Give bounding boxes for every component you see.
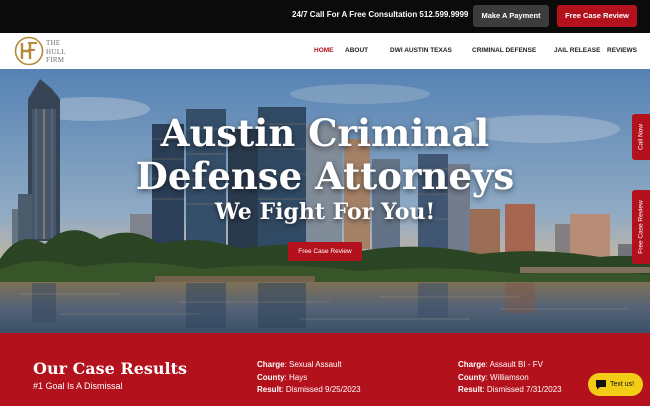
logo-text: THE HULL FIRM bbox=[46, 39, 66, 65]
result-label: Result bbox=[458, 385, 483, 394]
charge-value: Assault BI - FV bbox=[489, 360, 543, 369]
case-result-row: Result: Dismissed 9/25/2023 bbox=[257, 385, 361, 394]
logo-mark-icon bbox=[14, 36, 44, 66]
free-case-review-button[interactable]: Free Case Review bbox=[557, 5, 637, 27]
main-navbar: THE HULL FIRM HOME ABOUT DWI AUSTIN TEXA… bbox=[0, 33, 650, 69]
logo-line-3: FIRM bbox=[46, 56, 65, 64]
hero-free-case-review-button[interactable]: Free Case Review bbox=[288, 242, 362, 261]
logo-line-2: HULL bbox=[46, 47, 66, 56]
chat-icon bbox=[596, 380, 606, 390]
hero-title-line-1: Austin Criminal bbox=[160, 111, 490, 155]
charge-label: Charge bbox=[257, 360, 285, 369]
case-result-item: Charge: Assault BI - FV County: Williams… bbox=[458, 359, 562, 397]
charge-value: Sexual Assault bbox=[289, 360, 342, 369]
nav-home[interactable]: HOME bbox=[314, 47, 334, 54]
text-us-label: Text us! bbox=[610, 381, 635, 388]
nav-criminal-defense[interactable]: CRIMINAL DEFENSE bbox=[472, 47, 536, 54]
phone-cta-text[interactable]: 24/7 Call For A Free Consultation 512.59… bbox=[292, 10, 468, 19]
nav-jail-release[interactable]: JAIL RELEASE bbox=[554, 47, 600, 54]
case-county-row: County: Hays bbox=[257, 372, 308, 382]
case-result-item: Charge: Sexual Assault County: Hays Resu… bbox=[257, 359, 361, 397]
county-value: Hays bbox=[289, 372, 308, 382]
hero-section: Austin Criminal Defense Attorneys We Fig… bbox=[0, 69, 650, 333]
case-county-row: County: Williamson bbox=[458, 372, 529, 382]
case-result-row: Result: Dismissed 7/31/2023 bbox=[458, 385, 562, 394]
text-us-chat-button[interactable]: Text us! bbox=[588, 373, 643, 396]
case-results-section: Our Case Results #1 Goal Is A Dismissal … bbox=[0, 333, 650, 406]
result-value: Dismissed 7/31/2023 bbox=[486, 385, 562, 394]
logo-line-1: THE bbox=[46, 39, 61, 47]
call-now-side-tab[interactable]: Call Now bbox=[632, 114, 650, 160]
case-charge-row: Charge: Sexual Assault bbox=[257, 360, 342, 369]
make-payment-button[interactable]: Make A Payment bbox=[473, 5, 549, 27]
result-label: Result bbox=[257, 385, 282, 394]
nav-reviews[interactable]: REVIEWS bbox=[607, 47, 637, 54]
hero-subtitle: We Fight For You! bbox=[214, 199, 436, 225]
free-case-review-side-tab[interactable]: Free Case Review bbox=[632, 190, 650, 264]
free-case-review-side-label: Free Case Review bbox=[637, 200, 645, 254]
county-label: County bbox=[257, 372, 285, 382]
nav-about[interactable]: ABOUT bbox=[345, 47, 368, 54]
case-charge-row: Charge: Assault BI - FV bbox=[458, 360, 543, 369]
county-value: Williamson bbox=[490, 372, 529, 382]
result-value: Dismissed 9/25/2023 bbox=[285, 385, 361, 394]
call-now-label: Call Now bbox=[637, 123, 645, 151]
top-bar: 24/7 Call For A Free Consultation 512.59… bbox=[0, 0, 650, 33]
county-label: County bbox=[458, 372, 486, 382]
nav-dwi-austin-texas[interactable]: DWI AUSTIN TEXAS bbox=[390, 47, 452, 54]
case-results-title: Our Case Results bbox=[33, 359, 188, 378]
charge-label: Charge bbox=[458, 360, 486, 369]
site-logo[interactable]: THE HULL FIRM bbox=[14, 36, 76, 67]
case-results-subtitle: #1 Goal Is A Dismissal bbox=[33, 381, 123, 391]
hero-title-line-2: Defense Attorneys bbox=[135, 154, 515, 198]
